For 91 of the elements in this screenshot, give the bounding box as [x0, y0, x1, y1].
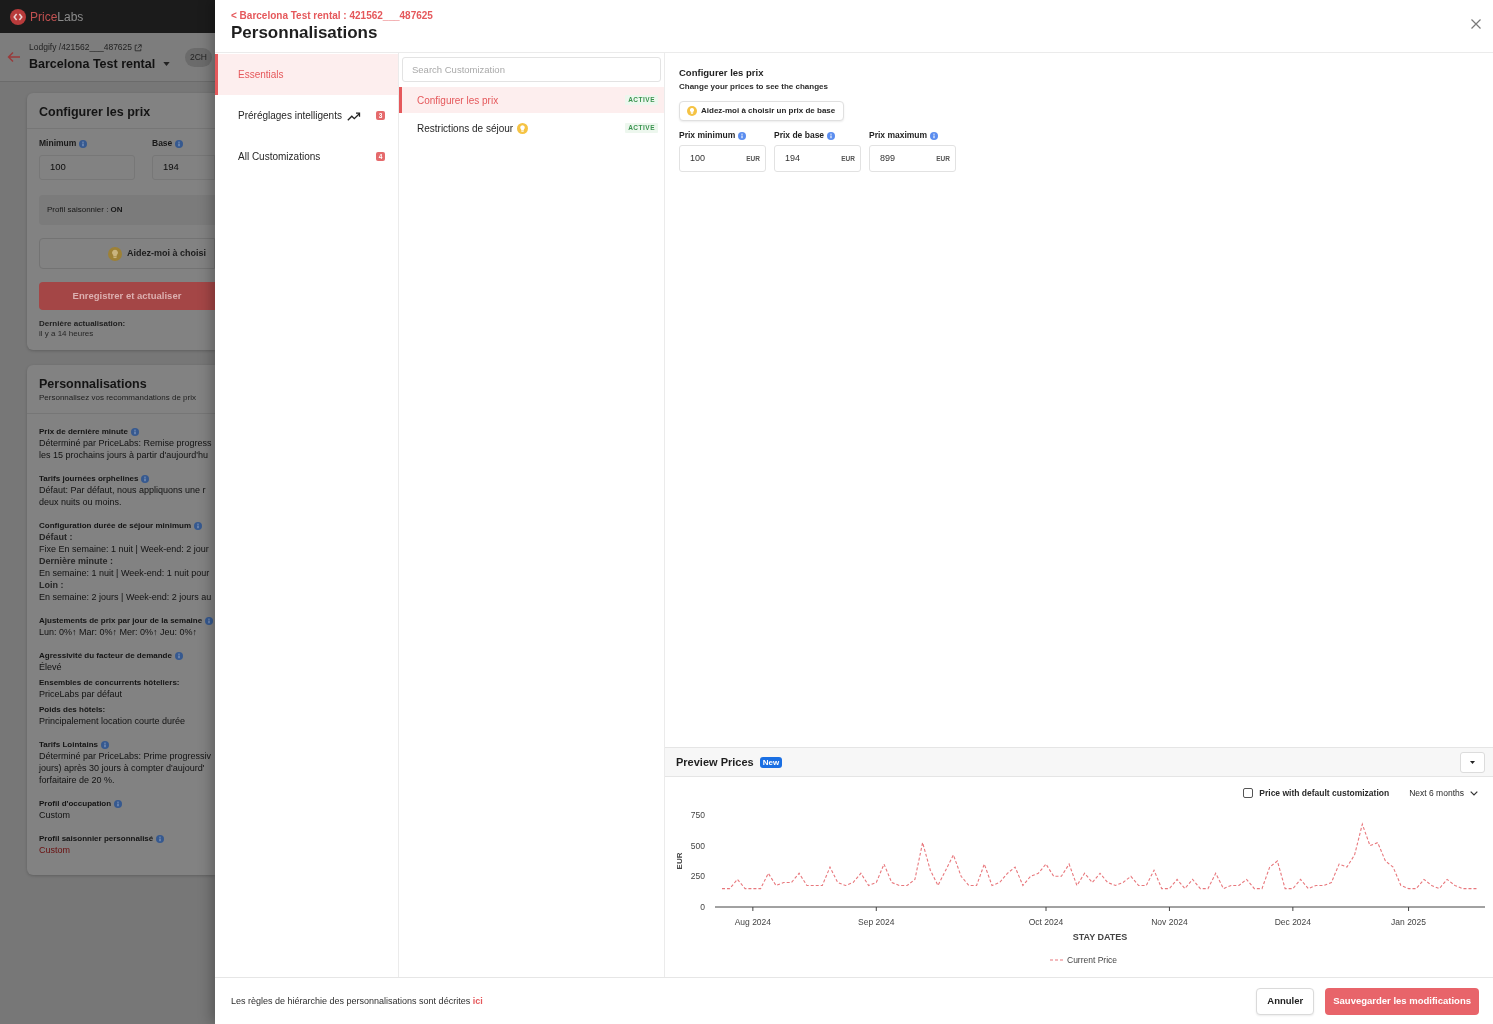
search-field[interactable]: Search Customization	[402, 57, 661, 82]
info-icon	[175, 139, 184, 148]
cancel-button[interactable]: Annuler	[1256, 987, 1315, 1015]
listing-name: Barcelona Test rental	[29, 56, 156, 72]
price-input[interactable]: 194	[152, 155, 215, 180]
setting-sublabel: Défaut :	[39, 531, 73, 543]
rules-link[interactable]: ici	[472, 996, 483, 1006]
listing-tag: 2CH	[185, 47, 212, 67]
setting-value: En semaine: 1 nuit | Week-end: 1 nuit pour	[39, 567, 210, 579]
setting-value: deux nuits ou moins.	[39, 496, 122, 508]
y-tick-label: 500	[690, 840, 705, 851]
chevron-down-icon	[1470, 790, 1478, 796]
setting-title: Tarifs journées orphelines	[39, 473, 139, 484]
x-tick-label: Nov 2024	[1151, 917, 1188, 927]
setting-value: Déterminé par PriceLabs: Prime progressiv	[39, 750, 212, 762]
setting-value: Custom	[39, 809, 70, 821]
setting-link[interactable]: Custom	[39, 844, 70, 856]
category-item[interactable]: Essentials	[215, 54, 398, 95]
x-tick-label: Aug 2024	[734, 917, 772, 927]
y-tick-label: 250	[690, 871, 705, 882]
card-title: Configurer les prix	[39, 104, 151, 120]
x-tick-label: Sep 2024	[858, 917, 895, 927]
legend-line-icon	[1050, 959, 1063, 961]
card-title: Personnalisations	[39, 376, 147, 392]
x-tick-label: Oct 2024	[1028, 917, 1064, 927]
x-axis-title: STAY DATES	[1072, 932, 1128, 942]
last-update-value: il y a 14 heures	[39, 329, 94, 339]
setting-value: jours) après 30 jours à compter d'aujourd'	[39, 762, 205, 774]
save-button[interactable]: Sauvegarder les modifications	[1325, 987, 1479, 1015]
setting-title: Configuration durée de séjour minimum	[39, 520, 191, 531]
caret-icon	[1470, 760, 1475, 764]
checkbox[interactable]	[1243, 788, 1254, 798]
setting-value: En semaine: 2 jours | Week-end: 2 jours au	[39, 591, 212, 603]
field-label: Base	[152, 138, 173, 149]
lightbulb-icon	[108, 246, 122, 261]
field-label: Prix minimum	[679, 130, 736, 141]
setting-title: Prix de dernière minute	[39, 426, 128, 437]
setting-value: Lun: 0%↑ Mar: 0%↑ Mer: 0%↑ Jeu: 0%↑	[39, 626, 198, 638]
external-link-icon[interactable]	[134, 43, 143, 52]
price-input[interactable]: 100	[39, 155, 135, 180]
back-link[interactable]: < Barcelona Test rental : 421562___487625	[231, 9, 433, 22]
setting-sublabel: Loin :	[39, 579, 64, 591]
setting-value: PriceLabs par défaut	[39, 688, 123, 700]
setting-sublabel: Dernière minute :	[39, 555, 114, 567]
info-icon	[79, 139, 88, 148]
listing-path: Lodgify /421562___487625	[29, 42, 133, 53]
legend-label: Current Price	[1067, 955, 1118, 965]
logo-text: PriceLabs	[30, 8, 84, 25]
caret-icon[interactable]	[163, 62, 171, 66]
info-icon	[738, 131, 747, 140]
last-update-label: Dernière actualisation:	[39, 319, 126, 329]
range-dropdown[interactable]: Next 6 months	[1409, 787, 1478, 799]
setting-value: Principalement location courte durée	[39, 715, 186, 727]
save-refresh-button[interactable]: Enregistrer et actualiser	[39, 282, 215, 310]
x-tick-label: Jan 2025	[1391, 917, 1427, 927]
setting-title: Poids des hôtels:	[39, 704, 106, 715]
editor-subtitle: Change your prices to see the changes	[679, 81, 828, 92]
setting-title: Agressivité du facteur de demande	[39, 650, 172, 661]
field-label: Prix maximum	[869, 130, 928, 141]
field-label: Prix de base	[774, 130, 825, 141]
logo-icon	[10, 8, 26, 25]
y-tick-label: 750	[690, 810, 705, 820]
setting-value: Fixe En semaine: 1 nuit | Week-end: 2 jour	[39, 543, 209, 555]
editor-title: Configurer les prix	[679, 67, 764, 79]
y-tick-label: 0	[700, 902, 705, 912]
info-icon	[827, 131, 836, 140]
close-icon[interactable]	[1471, 19, 1481, 29]
new-badge: New	[759, 756, 783, 768]
lightbulb-icon	[687, 106, 697, 116]
setting-title: Tarifs Lointains	[39, 739, 98, 750]
setting-value: les 15 prochains jours à partir d'aujourd'hu	[39, 449, 209, 461]
setting-value: Défaut: Par défaut, nous appliquons une r	[39, 484, 206, 496]
checkbox-label: Price with default customization	[1259, 787, 1390, 799]
help-button[interactable]: Aidez-moi à choisir un prix de base	[679, 101, 845, 121]
setting-title: Ajustements de prix par jour de la semaine	[39, 615, 203, 626]
field-label: Minimum	[39, 138, 77, 149]
seasonal-profile-status: Profil saisonnier : ON	[39, 195, 215, 225]
setting-value: Élevé	[39, 661, 62, 673]
setting-value: Déterminé par PriceLabs: Remise progress	[39, 437, 212, 449]
setting-title: Ensembles de concurrents hôteliers:	[39, 677, 180, 688]
x-tick-label: Dec 2024	[1274, 917, 1312, 927]
setting-value: forfaitaire de 20 %.	[39, 774, 115, 786]
y-axis-title: EUR	[675, 852, 684, 870]
footer-note: Les règles de hiérarchie des personnalisations sont décrites ici	[231, 995, 483, 1007]
panel-title: Personnalisations	[231, 22, 378, 44]
card-subtitle: Personnalisez vos recommandations de prix	[39, 392, 196, 403]
setting-title: Profil d'occupation	[39, 798, 112, 809]
help-button[interactable]: Aidez-moi à choisi	[39, 238, 215, 269]
setting-title: Profil saisonnier personnalisé	[39, 833, 154, 844]
section-title: Preview Prices	[676, 755, 754, 769]
info-icon	[930, 131, 939, 140]
